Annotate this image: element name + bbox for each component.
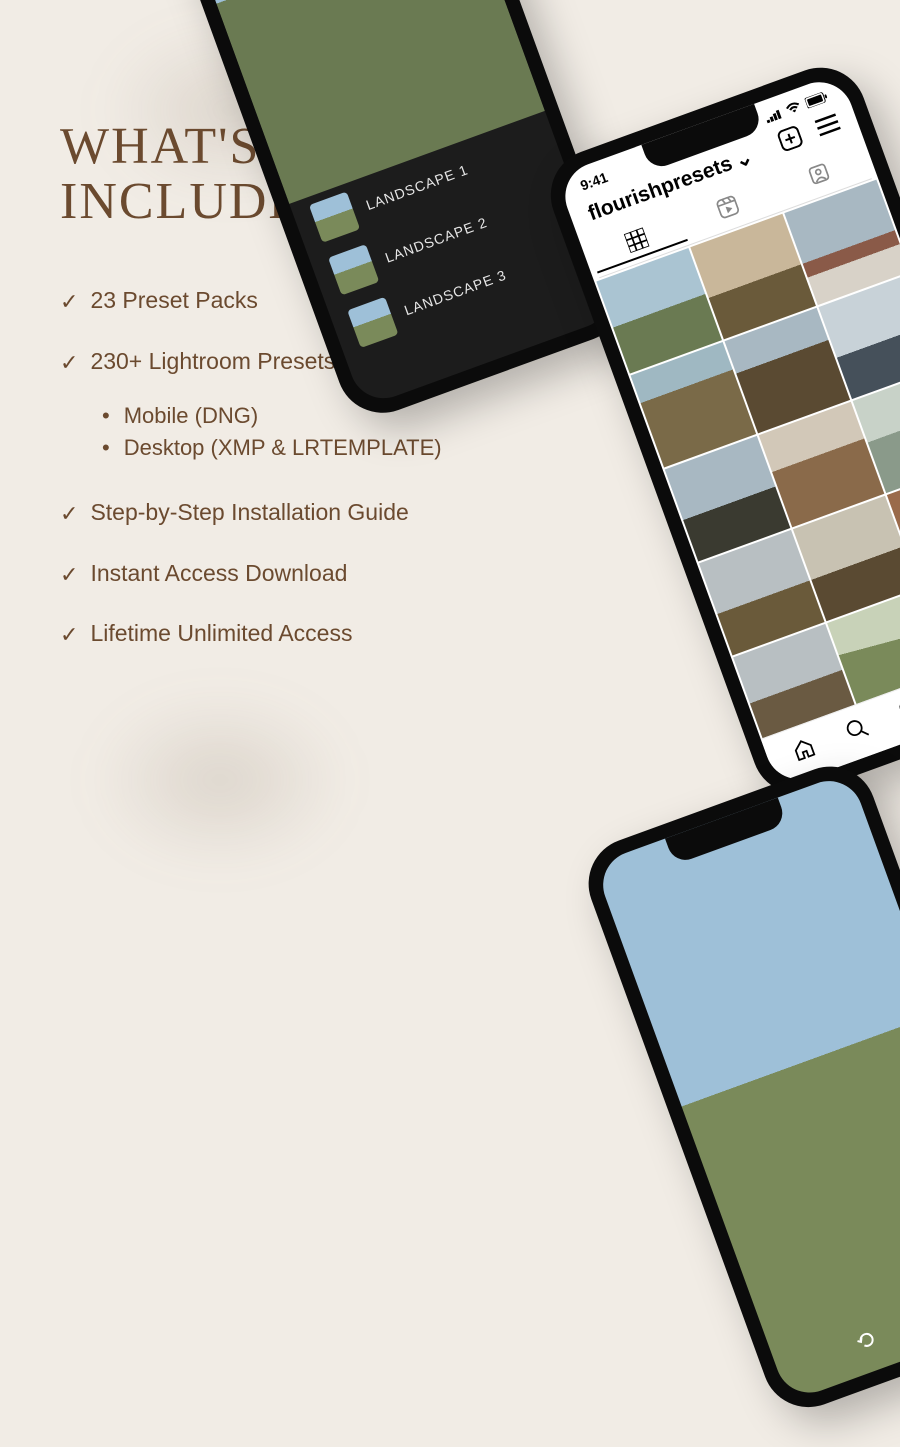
phone-bottom-left [576,754,900,1420]
ig-grid [594,177,900,752]
feature-text: Lifetime Unlimited Access [90,620,352,647]
feature-text: 230+ Lightroom Presets [90,348,335,375]
bullet-icon: • [102,437,110,459]
check-icon: ✓ [60,620,78,651]
phone-instagram: 9:41 flourishpresets ⌄ [538,55,900,807]
preset-thumb [347,296,398,347]
phone-screen: 9:41 flourishpresets ⌄ [556,73,900,789]
home-icon[interactable] [789,735,819,769]
phone-screen [594,772,900,1403]
chevron-down-icon: ⌄ [731,144,756,174]
sub-text: Mobile (DNG) [124,403,258,429]
feature-text: Instant Access Download [90,560,347,587]
reels-icon[interactable] [897,696,900,730]
bullet-icon: • [102,405,110,427]
preset-thumb [328,244,379,295]
check-icon: ✓ [60,348,78,379]
search-icon[interactable] [843,715,873,749]
preset-thumb [309,191,360,242]
check-icon: ✓ [60,499,78,530]
add-post-icon[interactable] [776,124,806,158]
check-icon: ✓ [60,287,78,318]
menu-icon[interactable] [814,111,844,145]
undo-icon[interactable] [851,1325,884,1361]
bl-nav [774,1268,900,1389]
check-icon: ✓ [60,560,78,591]
feature-text: 23 Preset Packs [90,287,257,314]
